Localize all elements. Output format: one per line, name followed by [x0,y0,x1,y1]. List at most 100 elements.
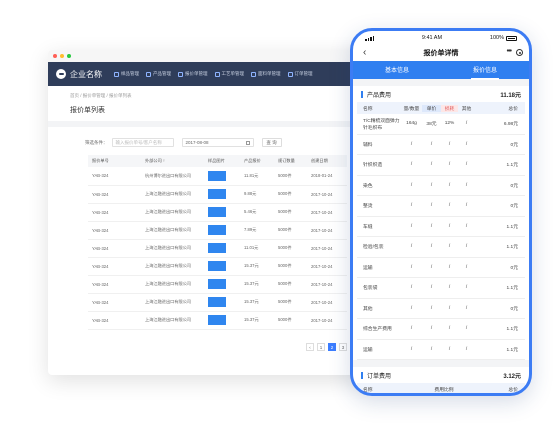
stage: 企业名称 样品管理 产品管理 报价单管理 工艺单管理 面料单管理 订单管理 首页… [0,0,557,428]
company-name: 上海江融进出口有限公司 [141,257,204,276]
page-button-current[interactable]: 2 [328,343,336,351]
sample-thumbnail[interactable] [208,189,226,199]
column-header[interactable]: 规订数量 [274,155,307,167]
close-dot-icon[interactable] [53,54,57,58]
cell: 运输 [363,347,373,353]
window-titlebar [48,50,368,62]
maximize-dot-icon[interactable] [67,54,71,58]
cell: / [448,346,451,352]
table-row[interactable]: YAB-324 上海江融进出口有限公司 15.37元 5000件 2017-10-24 [88,257,347,276]
sample-image [204,167,240,186]
sample-thumbnail[interactable] [208,315,226,325]
page-button[interactable]: 1 [317,343,325,351]
cell: / [430,346,433,352]
calendar-icon [245,141,250,145]
cell: / [430,285,433,291]
nav-item-fabric[interactable]: 面料单管理 [251,71,281,77]
table-row[interactable]: YAB-324 上海江融进出口有限公司 11.01元 5000件 2017-10-24 [88,239,347,258]
product-row: T/C精梳双面弹力针毛织布 164g 38元 12% / 6.98元 [357,114,525,135]
column-header: 名称 [363,387,373,393]
cell: / [448,182,451,188]
column-header[interactable]: 外部公司 ↑ [141,155,204,167]
quote-price: 15.37元 [240,257,274,276]
nav-item-samples[interactable]: 样品管理 [114,71,139,77]
back-icon[interactable]: ‹ [363,47,366,58]
order-quantity: 5000件 [274,293,307,312]
product-row: 运输 / / / / 0元 [357,258,525,278]
table-row[interactable]: YAB-324 上海江融进出口有限公司 15.37元 5000件 2017-10-24 [88,293,347,312]
cell: / [465,162,468,168]
cell: / [448,305,451,311]
date-picker[interactable]: 2017-08-08 [181,138,254,147]
sample-thumbnail[interactable] [208,170,226,181]
order-fee-section: 订单费用 3.12元 [353,367,529,383]
sample-image [204,257,240,276]
page-button[interactable]: 3 [339,343,347,351]
sample-image [204,311,240,330]
cell: / [430,141,433,147]
cell: 0元 [510,265,518,271]
column-header[interactable]: 创建日期 [307,155,347,167]
cell: / [410,264,413,270]
sample-thumbnail[interactable] [208,279,226,289]
sample-thumbnail[interactable] [208,225,226,235]
created-date: 2017-10-24 [307,257,347,276]
cell: / [465,305,468,311]
quote-price: 15.37元 [240,311,274,330]
sample-thumbnail[interactable] [208,261,226,271]
cell: / [430,244,433,250]
cell: / [410,285,413,291]
company-name: 上海江融进出口有限公司 [141,239,204,258]
product-table-header: 名称 量/数量 单价 损耗 其他 总价 [357,102,525,114]
prev-page-button[interactable]: ‹ [306,343,314,351]
company-name: 上海江融进出口有限公司 [141,275,204,294]
nav-item-quotes[interactable]: 报价单管理 [178,71,208,77]
column-header: 样品图片 [204,155,240,167]
sample-thumbnail[interactable] [208,243,226,253]
cell: / [430,203,433,209]
query-button[interactable]: 查 询 [261,138,282,147]
column-header: 其他 [461,106,472,112]
created-date: 2017-10-24 [307,185,347,204]
more-icon[interactable]: ••• [507,48,512,55]
nav-item-orders[interactable]: 订单管理 [287,71,313,77]
order-quantity: 5000件 [274,221,307,240]
company-name: 上海江融进出口有限公司 [141,203,204,222]
quote-id: YAB-324 [88,275,141,294]
order-quantity: 5000件 [274,257,307,276]
cell: / [448,141,451,147]
sample-thumbnail[interactable] [208,207,226,217]
table-row[interactable]: YAB-324 上海江融进出口有限公司 9.88元 5000件 2017-10-24 [88,185,347,204]
cell: 1.1元 [506,245,518,251]
column-header[interactable]: 报价单号 [88,155,141,167]
cell: / [465,346,468,352]
search-input[interactable]: 输入报价单号/客户名称 [111,138,174,147]
tab-basic-info[interactable]: 基本信息 [385,65,409,76]
table-row[interactable]: YAB-324 杭州博尔进出口有限公司 11.81元 5000件 2018-01-24 [88,167,347,186]
cell: / [465,326,468,332]
quote-price: 9.88元 [240,185,274,204]
table-row[interactable]: YAB-324 上海江融进出口有限公司 5.46元 5000件 2017-10-24 [88,203,347,222]
quote-id: YAB-324 [88,221,141,240]
cell: 0元 [510,183,518,189]
table-row[interactable]: YAB-324 上海江融进出口有限公司 15.37元 5000件 2017-10-24 [88,275,347,294]
nav-item-process[interactable]: 工艺单管理 [214,71,244,77]
nav-item-products[interactable]: 产品管理 [146,71,171,77]
breadcrumb: 首页 / 报价单管理 / 报价单列表 [70,93,132,98]
company-name: 杭州博尔进出口有限公司 [141,167,204,186]
table-header: 报价单号 外部公司 ↑ 样品图片 产品报价 规订数量 创建日期 [88,155,347,167]
minimize-dot-icon[interactable] [60,54,64,58]
created-date: 2017-10-24 [307,275,347,294]
tab-quote-info[interactable]: 报价信息 [470,65,500,80]
table-row[interactable]: YAB-324 上海江融进出口有限公司 15.37元 5000件 2017-10-24 [88,311,347,330]
quote-id: YAB-324 [88,257,141,276]
sample-thumbnail[interactable] [208,297,226,307]
table-row[interactable]: YAB-324 上海江融进出口有限公司 7.89元 5000件 2017-10-24 [88,221,347,240]
cell: T/C精梳双面弹力针毛织布 [363,118,400,131]
close-target-icon[interactable] [516,49,523,56]
sample-image [204,203,240,222]
quote-id: YAB-324 [88,203,141,222]
status-time: 9:41 AM [421,35,443,41]
quote-id: YAB-324 [88,311,141,330]
column-header[interactable]: 产品报价 [240,155,274,167]
